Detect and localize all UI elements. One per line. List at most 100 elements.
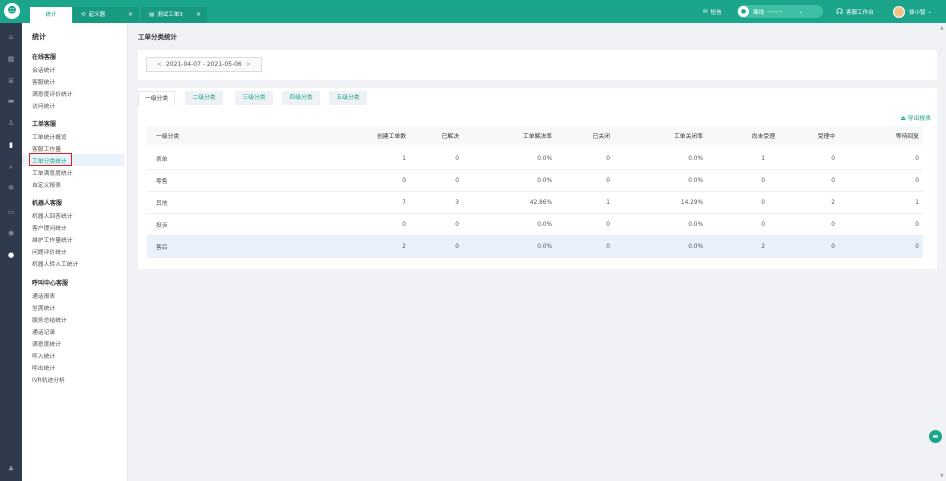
sms-label: 短信 <box>710 9 722 16</box>
cell-resolved: 0 <box>455 221 459 228</box>
table-row[interactable]: 零售 0 0 0.0% 0 0.0% 0 0 0 <box>147 170 923 192</box>
scroll-down-arrow[interactable]: ▼ <box>940 473 944 479</box>
page-title: 工单分类统计 <box>138 33 177 41</box>
chart-icon[interactable]: ▮ <box>6 140 16 150</box>
col-header-category[interactable]: 一级分类 <box>156 126 179 145</box>
col-header-close-rate[interactable]: 工单关闭率 <box>637 126 703 145</box>
tab-workorder-1[interactable]: ⟲ 起义器 × <box>73 7 139 23</box>
cell-pending: 0 <box>761 221 765 228</box>
message-icon[interactable]: ▭ <box>6 207 16 217</box>
cell-closed: 0 <box>606 155 610 162</box>
table-row[interactable]: 投诉 0 0 0.0% 0 0.0% 0 0 0 <box>147 214 923 236</box>
col-header-resolve-rate[interactable]: 工单解决率 <box>487 126 552 145</box>
status-label: 离线 <box>753 9 765 16</box>
close-icon[interactable]: × <box>196 7 201 23</box>
stats-menu: 统计 在线客服 会话统计 客服统计 满意度评价统计 访问统计 工单客服 工单统计… <box>22 23 128 481</box>
menu-title: 统计 <box>32 33 46 41</box>
tab-workorder-3[interactable]: ▤ 测试工单3 × <box>141 7 207 23</box>
date-range-picker[interactable]: < 2021-04-07 - 2021-05-06 > <box>146 57 262 72</box>
col-header-awaiting-reply[interactable]: 等待回复 <box>867 126 919 145</box>
menu-item-maintenance-workload[interactable]: 维护工作量统计 <box>32 235 73 244</box>
tab-level-4[interactable]: 四级分类 <box>282 91 320 105</box>
menu-item-custom-report[interactable]: 自定义报表 <box>32 180 61 189</box>
cell-resolved: 3 <box>455 199 459 206</box>
workbench-button[interactable]: ☊ 客服工作台 <box>836 0 874 23</box>
chevron-down-icon: ⌄ <box>927 8 933 15</box>
col-header-closed[interactable]: 已关闭 <box>577 126 610 145</box>
cell-category: 零售 <box>156 179 168 185</box>
table-row[interactable]: 表单 1 0 0.0% 0 0.0% 1 0 0 <box>147 148 923 170</box>
chevron-right-icon[interactable]: > <box>246 61 251 68</box>
menu-item-workorder-overview[interactable]: 工单统计概览 <box>32 132 67 141</box>
cell-category: 表单 <box>156 157 168 163</box>
tab-level-3[interactable]: 三级分类 <box>235 91 273 105</box>
menu-item-agent-workload[interactable]: 客服工作量 <box>32 144 61 153</box>
menu-item-agent-stats[interactable]: 客服统计 <box>32 77 55 86</box>
cell-category: 售后 <box>156 245 168 251</box>
menu-item-customer-question[interactable]: 客户提问统计 <box>32 223 67 232</box>
bell-icon[interactable]: ♣ <box>6 464 16 474</box>
col-header-created[interactable]: 创建工单数 <box>347 126 406 145</box>
menu-item-workorder-satisfaction[interactable]: 工单满意度统计 <box>32 168 73 177</box>
chat-icon[interactable]: ▬ <box>6 96 16 106</box>
menu-group-robot: 机器人客服 <box>32 200 63 207</box>
tab-label: 统计 <box>45 12 57 18</box>
menu-item-satisfaction-stats[interactable]: 满意度评价统计 <box>32 89 73 98</box>
col-header-resolved[interactable]: 已解决 <box>427 126 459 145</box>
cell-closed: 0 <box>606 221 610 228</box>
menu-item-visit-stats[interactable]: 访问统计 <box>32 101 55 110</box>
cell-awaiting-reply: 0 <box>915 177 919 184</box>
chevron-down-icon: ⌄ <box>798 8 804 15</box>
col-header-pending[interactable]: 尚未受理 <box>727 126 775 145</box>
tab-statistics[interactable]: 统计 <box>30 7 72 23</box>
status-dropdown[interactable]: ● 离线 --:--:-- ⌄ <box>737 5 823 18</box>
user-icon[interactable]: ♙ <box>6 118 16 128</box>
menu-item-call-records[interactable]: 通话记录 <box>32 327 55 336</box>
category-stats-card: 一级分类 二级分类 三级分类 四级分类 五级分类 ⏏ 导出报表 一级分类 创建工… <box>138 88 937 269</box>
cell-close-rate: 0.0% <box>688 221 703 228</box>
menu-item-robot-answer[interactable]: 机器人回答统计 <box>32 211 73 220</box>
table-row[interactable]: 售后 2 0 0.0% 0 0.0% 2 0 0 <box>147 236 923 258</box>
col-header-in-progress[interactable]: 受理中 <box>797 126 835 145</box>
tab-level-5[interactable]: 五级分类 <box>329 91 367 105</box>
tab-level-1[interactable]: 一级分类 <box>138 91 175 105</box>
cell-closed: 1 <box>606 199 610 206</box>
scroll-up-arrow[interactable]: ▲ <box>940 25 944 31</box>
menu-item-outbound-stats[interactable]: 呼出统计 <box>32 363 55 372</box>
cell-pending: 0 <box>761 177 765 184</box>
export-report-button[interactable]: ⏏ 导出报表 <box>900 113 931 122</box>
close-icon[interactable]: × <box>128 7 133 23</box>
menu-item-inbound-stats[interactable]: 呼入统计 <box>32 351 55 360</box>
app-icon[interactable]: ◉ <box>6 228 16 238</box>
user-menu[interactable]: 徐小智 ⌄ <box>893 0 932 23</box>
icon-sidebar: ⌂ ▦ ≣ ▬ ♙ ▮ ⌕ ✻ ▭ ◉ ● ♣ <box>0 23 22 481</box>
chat-float-button[interactable]: ▬ <box>929 430 942 443</box>
tab-level-2[interactable]: 二级分类 <box>185 91 223 105</box>
date-range-text: 2021-04-07 - 2021-05-06 <box>166 61 242 68</box>
chevron-left-icon[interactable]: < <box>157 61 162 68</box>
home-icon[interactable]: ⌂ <box>6 32 16 42</box>
list-icon[interactable]: ≣ <box>6 76 16 86</box>
cell-category: 投诉 <box>156 223 168 229</box>
menu-item-question-evaluation[interactable]: 问题评价统计 <box>32 247 67 256</box>
cell-resolve-rate: 0.0% <box>537 221 552 228</box>
menu-item-call-report[interactable]: 通话报表 <box>32 291 55 300</box>
menu-item-satisfaction[interactable]: 满意度统计 <box>32 339 61 348</box>
top-bar: ☻ 统计 ⟲ 起义器 × ▤ 测试工单3 × ✉ 短信 ● 离线 --:--:-- … <box>0 0 946 23</box>
cell-created: 2 <box>402 243 406 250</box>
cell-pending: 2 <box>761 243 765 250</box>
search-icon[interactable]: ⌕ <box>6 162 16 172</box>
info-icon[interactable]: ● <box>6 250 16 260</box>
menu-item-session-stats[interactable]: 会话统计 <box>32 65 55 74</box>
menu-item-robot-transfer[interactable]: 机器人转人工统计 <box>32 259 78 268</box>
menu-item-service-summary[interactable]: 服务总结统计 <box>32 315 67 324</box>
table-row[interactable]: 其他 7 3 42.86% 1 14.29% 0 2 1 <box>147 192 923 214</box>
menu-item-ivr-analysis[interactable]: IVR轨迹分析 <box>32 375 65 384</box>
grid-icon[interactable]: ▦ <box>6 54 16 64</box>
avatar <box>893 5 905 18</box>
sms-button[interactable]: ✉ 短信 <box>703 0 722 23</box>
settings-icon[interactable]: ✻ <box>6 183 16 193</box>
cell-resolved: 0 <box>455 243 459 250</box>
menu-item-seat-stats[interactable]: 坐席统计 <box>32 303 55 312</box>
cell-resolved: 0 <box>455 177 459 184</box>
